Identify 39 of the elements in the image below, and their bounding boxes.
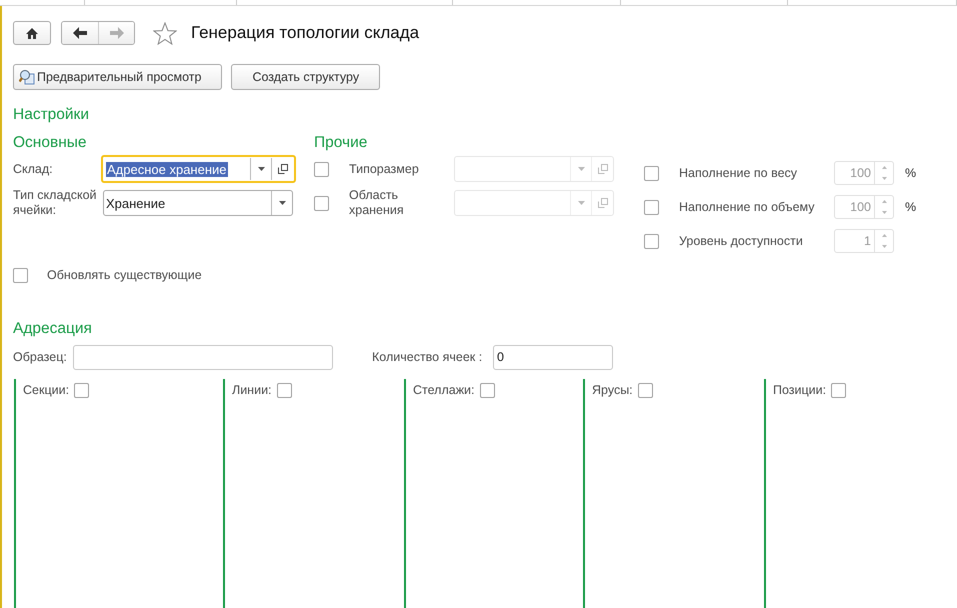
create-button[interactable]: Создать структуру: [231, 64, 380, 90]
group-title: Основные: [13, 134, 88, 152]
checkbox-label: Уровень доступности: [679, 234, 804, 248]
level-label: Стеллажи:: [413, 383, 475, 398]
sample-field[interactable]: [73, 344, 333, 370]
home-icon: [26, 28, 38, 38]
checkbox[interactable]: [831, 383, 846, 398]
checkbox[interactable]: [638, 383, 653, 398]
checkbox[interactable]: [13, 268, 28, 282]
unit-label: %: [905, 166, 916, 180]
field-label: Склад:: [13, 162, 54, 176]
preview-button[interactable]: Предварительный просмотр: [13, 64, 222, 90]
star-icon[interactable]: [153, 22, 177, 44]
checkbox-label: Обновлять существующие: [47, 268, 202, 282]
combo-field[interactable]: Адресное хранение: [101, 155, 296, 183]
checkbox-label: Типоразмер: [349, 162, 420, 176]
field-label: Тип складской ячейки:: [13, 188, 98, 218]
checkbox[interactable]: [276, 383, 292, 398]
cell-count-field[interactable]: 0: [493, 344, 613, 370]
field-label: Количество ячеек :: [372, 350, 484, 364]
level-label: Линии:: [232, 383, 272, 398]
section-title: Настройки: [13, 106, 90, 124]
checkbox-label: Область хранения: [349, 188, 405, 218]
magnifier-icon: [19, 69, 35, 85]
group-title: Прочие: [314, 134, 368, 152]
checkbox-label: Наполнение по объему: [679, 200, 816, 214]
home-button[interactable]: [13, 21, 51, 45]
checkbox[interactable]: [74, 383, 90, 398]
window-title: Генерация топологии склада: [191, 23, 420, 43]
checkbox-label: Наполнение по весу: [679, 166, 798, 180]
field-label: Образец:: [13, 350, 68, 364]
checkbox[interactable]: [480, 383, 495, 398]
back-button[interactable]: [62, 22, 98, 44]
section-title: Адресация: [13, 320, 93, 338]
unit-label: %: [905, 200, 916, 214]
level-label: Секции:: [23, 383, 70, 398]
level-label: Ярусы:: [592, 383, 633, 398]
level-label: Позиции:: [773, 383, 826, 398]
combo-field[interactable]: Хранение: [103, 190, 293, 216]
